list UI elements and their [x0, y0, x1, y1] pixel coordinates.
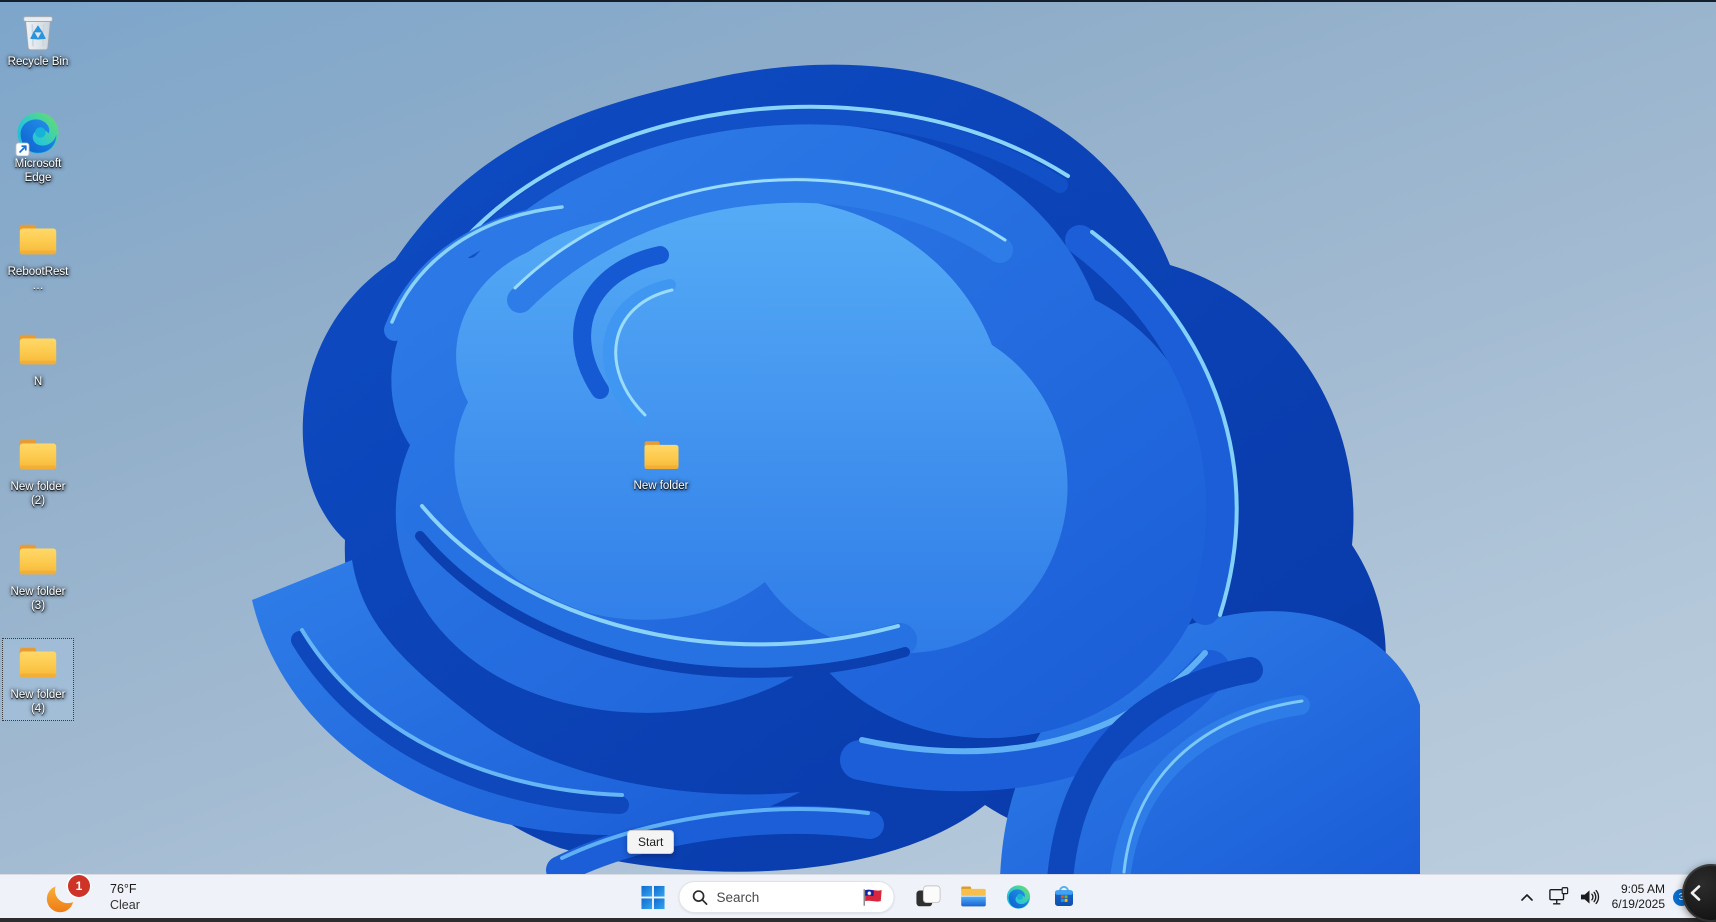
tray-date: 6/19/2025 — [1611, 897, 1665, 911]
search-placeholder: Search — [716, 889, 760, 905]
desktop-icon-rebootrest[interactable]: RebootRest… — [2, 215, 74, 298]
desktop-icon-label: Recycle Bin — [7, 56, 69, 68]
windows-logo-icon — [640, 885, 665, 910]
desktop-icon-label: New folder — [633, 480, 689, 492]
chevron-up-icon — [1520, 893, 1533, 901]
microsoft-store-button[interactable] — [1044, 877, 1084, 917]
desktop-icon-label: Microsoft Edge — [14, 158, 62, 184]
folder-icon — [15, 328, 61, 374]
task-view-button[interactable] — [909, 877, 949, 917]
search-icon — [692, 889, 708, 905]
task-view-icon — [916, 884, 942, 910]
file-explorer-button[interactable] — [954, 877, 994, 917]
desktop-icon-label: New folder (4) — [10, 689, 66, 715]
recycle-bin-icon — [15, 8, 61, 54]
chevron-left-icon — [1690, 885, 1701, 901]
clock[interactable]: 9:05 AM 6/19/2025 — [1612, 882, 1665, 912]
edge-icon — [1006, 884, 1032, 910]
file-explorer-icon — [960, 884, 988, 910]
taskbar: 1 76°F Clear Search 9:05 AM 6/19/2025 — [0, 874, 1716, 919]
weather-alert-badge: 1 — [68, 875, 90, 897]
desktop-icon-microsoft-edge[interactable]: Microsoft Edge — [2, 107, 74, 190]
desktop-icon-recycle-bin[interactable]: Recycle Bin — [2, 5, 74, 74]
wallpaper-bloom — [252, 64, 1420, 893]
desktop-icon-new-folder[interactable]: New folder — [622, 432, 700, 498]
desktop-icon-label: N — [33, 376, 43, 388]
edge-taskbar-button[interactable] — [999, 877, 1039, 917]
volume-button[interactable] — [1579, 879, 1600, 915]
start-tooltip-label: Start — [638, 835, 664, 849]
folder-icon — [640, 435, 683, 478]
desktop-icon-new-folder-4[interactable]: New folder (4) — [2, 638, 74, 721]
screen-top-edge — [0, 0, 1716, 2]
windows-desktop: Recycle Bin Microsoft Edge RebootRest… N… — [0, 0, 1716, 922]
folder-icon — [15, 641, 61, 687]
start-tooltip: Start — [627, 830, 675, 854]
desktop-icon-label: New folder (3) — [10, 586, 66, 612]
desktop-icon-new-folder-3[interactable]: New folder (3) — [2, 535, 74, 618]
desktop-icon-n[interactable]: N — [2, 325, 74, 394]
search-highlight-flag-icon — [863, 888, 882, 906]
show-hidden-icons-button[interactable] — [1514, 879, 1540, 915]
folder-icon — [15, 433, 61, 479]
desktop-icon-label: New folder (2) — [10, 481, 66, 507]
edge-icon — [15, 110, 61, 156]
start-button[interactable] — [633, 877, 673, 917]
desktop-icon-label: RebootRest… — [7, 266, 69, 292]
weather-widget[interactable]: 1 76°F Clear — [44, 875, 140, 919]
shortcut-arrow-overlay — [15, 142, 30, 156]
folder-icon — [15, 538, 61, 584]
desktop-icon-new-folder-2[interactable]: New folder (2) — [2, 430, 74, 513]
weather-temperature: 76°F — [110, 882, 137, 896]
weather-condition: Clear — [110, 898, 140, 912]
folder-icon — [15, 218, 61, 264]
network-button[interactable] — [1548, 879, 1570, 915]
tray-time: 9:05 AM — [1620, 882, 1665, 896]
microsoft-store-icon — [1050, 884, 1077, 910]
speaker-volume-icon — [1580, 889, 1599, 905]
search-input[interactable]: Search — [678, 881, 895, 913]
ethernet-network-icon — [1548, 887, 1568, 905]
screen-bottom-edge — [0, 918, 1716, 922]
